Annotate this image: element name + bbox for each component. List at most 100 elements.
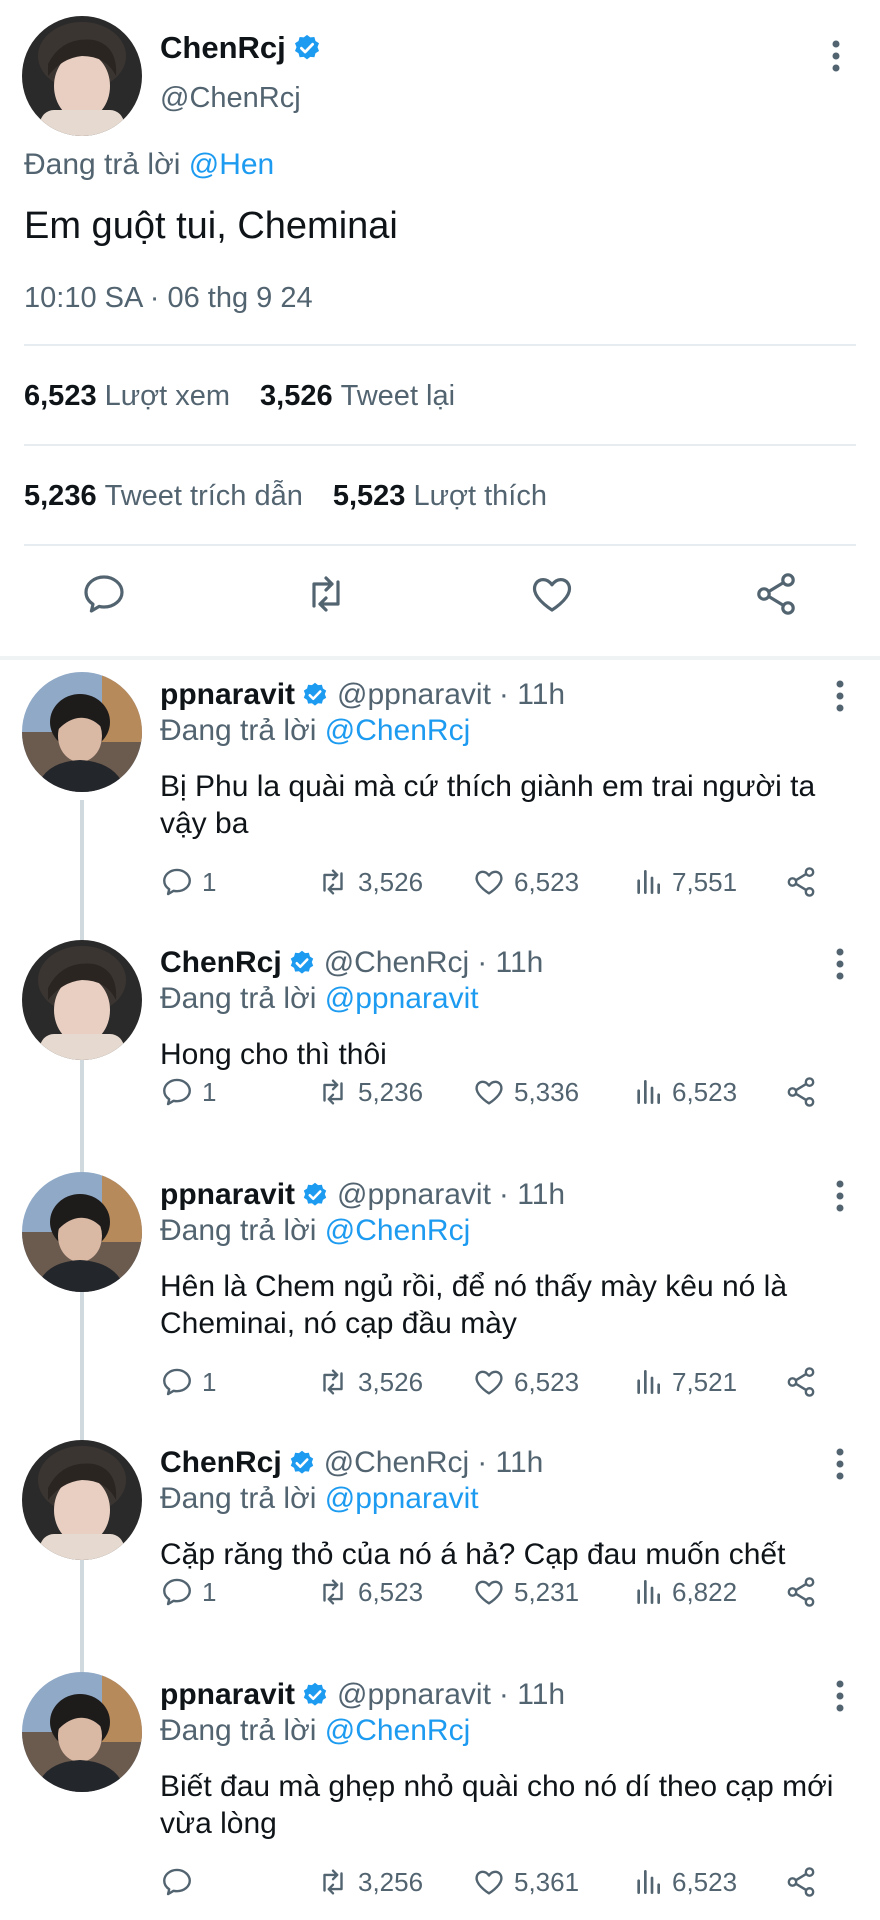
more-options-icon[interactable] — [830, 1176, 850, 1216]
author-name[interactable]: ppnaravit — [160, 678, 295, 712]
reply-time[interactable]: · 11h — [477, 946, 543, 980]
like-icon — [475, 870, 503, 895]
author-handle[interactable]: @ChenRcj — [324, 1446, 470, 1480]
reply-header: ppnaravit @ppnaravit · 11h — [160, 678, 565, 712]
avatar[interactable] — [22, 1172, 142, 1292]
divider — [24, 444, 856, 446]
reply-button[interactable]: 1 — [160, 1572, 216, 1612]
retweet-icon — [323, 1079, 343, 1105]
views-button[interactable]: 6,523 — [632, 1072, 737, 1112]
section-divider — [0, 656, 880, 660]
more-options-icon[interactable] — [830, 1444, 850, 1484]
replying-to-prefix: Đang trả lời — [160, 1214, 317, 1247]
divider — [24, 344, 856, 346]
retweet-icon — [323, 1579, 343, 1605]
avatar[interactable] — [22, 940, 142, 1060]
like-icon — [475, 1580, 503, 1605]
stats-row-2: 5,236 Tweet trích dẫn 5,523 Lượt thích — [24, 480, 547, 513]
avatar[interactable] — [22, 16, 142, 136]
retweets-stat[interactable]: 3,526 Tweet lại — [260, 380, 455, 413]
reply-button[interactable]: 1 — [160, 862, 216, 902]
author-handle[interactable]: @ppnaravit — [337, 1678, 491, 1712]
reply-button[interactable] — [80, 570, 128, 618]
views-chart-icon — [637, 870, 660, 894]
author-handle[interactable]: @ChenRcj — [324, 946, 470, 980]
retweet-button[interactable]: 3,526 — [316, 862, 423, 902]
reply-time[interactable]: · 11h — [477, 1446, 543, 1480]
more-options-icon[interactable] — [830, 1676, 850, 1716]
reply-button[interactable]: 1 — [160, 1072, 216, 1112]
likes-stat[interactable]: 5,523 Lượt thích — [333, 480, 547, 513]
share-button[interactable] — [784, 862, 818, 902]
reply-time[interactable]: · 11h — [499, 1678, 565, 1712]
author-handle[interactable]: @ppnaravit — [337, 678, 491, 712]
reply-button[interactable] — [160, 1862, 202, 1902]
author-name[interactable]: ChenRcj — [160, 1446, 282, 1480]
reply-header: ChenRcj @ChenRcj · 11h — [160, 1446, 543, 1480]
more-options-icon[interactable] — [830, 944, 850, 984]
share-button[interactable] — [784, 1572, 818, 1612]
share-button[interactable] — [784, 1362, 818, 1402]
views-stat[interactable]: 6,523 Lượt xem — [24, 380, 230, 413]
reply-header: ppnaravit @ppnaravit · 11h — [160, 1178, 565, 1212]
like-button[interactable]: 5,361 — [472, 1862, 579, 1902]
avatar[interactable] — [22, 1672, 142, 1792]
avatar[interactable] — [22, 1440, 142, 1560]
replying-to-link[interactable]: @ppnaravit — [325, 1482, 479, 1515]
avatar[interactable] — [22, 672, 142, 792]
replying-to-link[interactable]: @ppnaravit — [325, 982, 479, 1015]
verified-badge-icon — [301, 681, 329, 709]
author-name[interactable]: ChenRcj — [160, 946, 282, 980]
like-button[interactable]: 6,523 — [472, 862, 579, 902]
like-button[interactable]: 5,231 — [472, 1572, 579, 1612]
reply-icon — [163, 1578, 191, 1606]
share-icon — [757, 573, 795, 615]
views-button[interactable]: 6,523 — [632, 1862, 737, 1902]
replying-to-link[interactable]: @ChenRcj — [325, 714, 471, 747]
tweet-timestamp[interactable]: 10:10 SA · 06 thg 9 24 — [24, 282, 313, 315]
reply-text: Hong cho thì thôi — [160, 1038, 387, 1071]
retweet-button[interactable]: 3,256 — [316, 1862, 423, 1902]
view-count: 6,523 — [672, 1866, 738, 1897]
replying-to-prefix: Đang trả lời — [160, 982, 317, 1015]
replying-to: Đang trả lời @ChenRcj — [160, 1714, 470, 1748]
author-name-text[interactable]: ChenRcj — [160, 30, 286, 66]
author-handle[interactable]: @ChenRcj — [160, 82, 301, 115]
verified-badge-icon — [292, 33, 322, 63]
retweet-button[interactable]: 3,526 — [316, 1362, 423, 1402]
stats-row-1: 6,523 Lượt xem 3,526 Tweet lại — [24, 380, 455, 413]
verified-badge-icon — [301, 1181, 329, 1209]
views-button[interactable]: 7,521 — [632, 1362, 737, 1402]
reply-button[interactable]: 1 — [160, 1362, 216, 1402]
more-options-icon[interactable] — [826, 36, 846, 76]
quotes-stat[interactable]: 5,236 Tweet trích dẫn — [24, 480, 303, 513]
author-name[interactable]: ppnaravit — [160, 1678, 295, 1712]
like-button[interactable] — [528, 570, 576, 618]
reply-action-bar: 1 3,526 6,523 7,551 — [160, 862, 860, 902]
like-button[interactable]: 6,523 — [472, 1362, 579, 1402]
retweet-button[interactable]: 6,523 — [316, 1572, 423, 1612]
share-button[interactable] — [784, 1862, 818, 1902]
reply-count: 1 — [202, 1366, 217, 1397]
retweet-button[interactable] — [302, 570, 350, 618]
author-name[interactable]: ChenRcj — [160, 30, 322, 66]
views-button[interactable]: 7,551 — [632, 862, 737, 902]
reply-time[interactable]: · 11h — [499, 1178, 565, 1212]
main-tweet: ChenRcj @ChenRcj Đang trả lời @Hen Em gu… — [0, 0, 880, 660]
replying-to-link[interactable]: @ChenRcj — [325, 1214, 471, 1247]
views-button[interactable]: 6,822 — [632, 1572, 737, 1612]
reply-time[interactable]: · 11h — [499, 678, 565, 712]
replying-to-link[interactable]: @Hen — [189, 148, 275, 181]
like-button[interactable]: 5,336 — [472, 1072, 579, 1112]
retweet-button[interactable]: 5,236 — [316, 1072, 423, 1112]
share-button[interactable] — [784, 1072, 818, 1112]
share-icon — [787, 1867, 815, 1897]
replying-to-link[interactable]: @ChenRcj — [325, 1714, 471, 1747]
share-button[interactable] — [752, 570, 800, 618]
author-handle[interactable]: @ppnaravit — [337, 1178, 491, 1212]
more-options-icon[interactable] — [830, 676, 850, 716]
reply-icon — [84, 575, 124, 613]
reply-action-bar: 1 3,526 6,523 7,521 — [160, 1362, 860, 1402]
reply-header: ppnaravit @ppnaravit · 11h — [160, 1678, 565, 1712]
author-name[interactable]: ppnaravit — [160, 1178, 295, 1212]
